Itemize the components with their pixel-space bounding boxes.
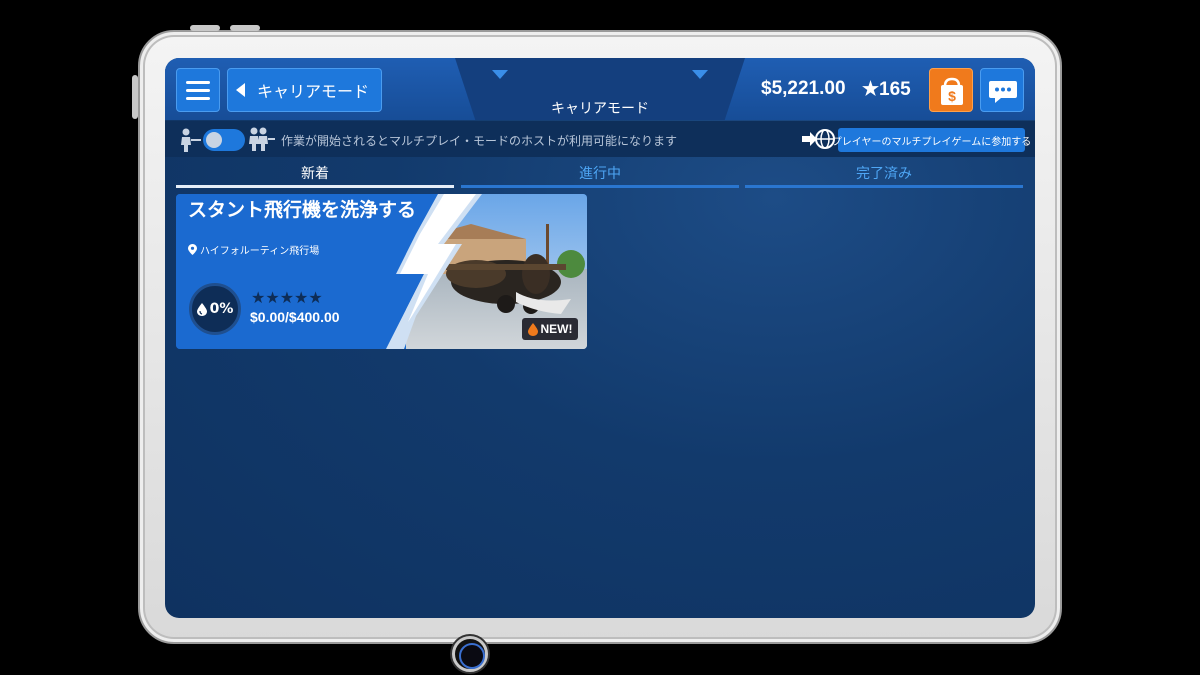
join-multiplayer-button[interactable]: プレイヤーのマルチプレイゲームに参加する <box>832 128 1031 152</box>
multiplayer-notice: 作業が開始されるとマルチプレイ・モードのホストが利用可能になります <box>281 134 678 148</box>
tab-new-underline <box>176 185 454 188</box>
flame-drop-icon <box>527 322 538 336</box>
chat-bubble-icon <box>989 81 1017 103</box>
job-card[interactable]: スタント飛行機を洗浄する ハイフォルーティン飛行場 0% ★★★★★ $0.00… <box>176 194 587 349</box>
multiplayer-bar: 作業が開始されるとマルチプレイ・モードのホストが利用可能になります プレイヤーの… <box>165 121 1035 157</box>
hamburger-icon-line <box>186 88 210 92</box>
tablet-side-button-left <box>132 75 138 119</box>
tablet-side-button-top <box>190 25 220 31</box>
multi-player-icon <box>249 127 275 151</box>
top-bar: キャリアモード キャリアモード $5,221.00 ★165 $ <box>165 58 1035 120</box>
back-button-label: キャリアモード <box>257 82 370 101</box>
job-location-label: ハイフォルーティン飛行場 <box>200 246 320 257</box>
tab-completed-label: 完了済み <box>856 166 912 182</box>
stars-display: ★165 <box>862 79 911 100</box>
map-pin-icon <box>188 244 197 255</box>
money-display: $5,221.00 <box>761 78 846 99</box>
difficulty-stars: ★★★★★ <box>251 288 323 307</box>
page-title: キャリアモード <box>551 101 649 117</box>
job-pay: $0.00/$400.00 <box>250 309 340 325</box>
tab-in-progress[interactable]: 進行中 <box>461 164 739 188</box>
job-title: スタント飛行機を洗浄する <box>188 199 417 221</box>
notch-right-marker-icon <box>692 70 708 79</box>
progress-percent: 0% <box>209 301 234 317</box>
water-drop-icon <box>196 302 207 316</box>
tab-in-progress-label: 進行中 <box>579 166 621 182</box>
game-screen: キャリアモード キャリアモード $5,221.00 ★165 $ 作業が開始され… <box>165 58 1035 618</box>
notch-left-marker-icon <box>492 70 508 79</box>
tab-completed-underline <box>745 185 1023 188</box>
tab-new[interactable]: 新着 <box>176 164 454 188</box>
new-badge: NEW! <box>522 318 578 340</box>
multiplayer-toggle[interactable] <box>203 129 245 151</box>
tablet-side-button-top-2 <box>230 25 260 31</box>
back-button[interactable]: キャリアモード <box>227 68 382 112</box>
svg-text:$: $ <box>948 88 956 104</box>
new-badge-label: NEW! <box>540 322 573 336</box>
hamburger-icon <box>186 80 210 84</box>
tablet-home-button[interactable] <box>452 636 488 672</box>
shopping-bag-icon: $ <box>941 77 963 105</box>
chat-button[interactable] <box>980 68 1024 112</box>
toggle-knob <box>206 132 222 148</box>
single-player-icon <box>181 128 201 152</box>
tab-new-label: 新着 <box>301 166 329 182</box>
menu-button[interactable] <box>176 68 220 112</box>
hamburger-icon-line <box>186 96 210 100</box>
shop-button[interactable]: $ <box>929 68 973 112</box>
caret-left-icon <box>236 83 245 97</box>
tab-in-progress-underline <box>461 185 739 188</box>
progress-ring: 0% <box>189 283 241 335</box>
globe-join-icon <box>802 129 835 149</box>
tab-completed[interactable]: 完了済み <box>745 164 1023 188</box>
job-location: ハイフォルーティン飛行場 <box>188 242 319 257</box>
